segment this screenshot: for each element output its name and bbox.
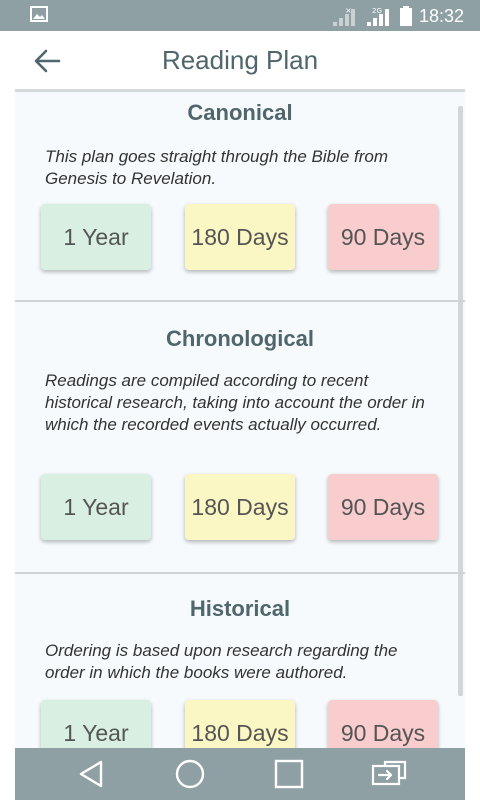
plan-list[interactable]: Canonical This plan goes straight throug… bbox=[15, 92, 465, 748]
plan-description: Ordering is based upon research regardin… bbox=[45, 641, 398, 682]
svg-text:2G: 2G bbox=[372, 7, 382, 15]
plan-title: Historical bbox=[189, 596, 291, 621]
status-time: 18:32 bbox=[418, 5, 464, 26]
canonical-1-year-button[interactable]: 1 Year bbox=[41, 204, 151, 270]
section-divider bbox=[15, 300, 465, 302]
home-circle-icon[interactable] bbox=[174, 758, 206, 790]
back-triangle-icon[interactable] bbox=[75, 758, 107, 790]
app-bar: Reading Plan bbox=[15, 31, 465, 92]
battery-icon bbox=[399, 6, 412, 26]
historical-1-year-button[interactable]: 1 Year bbox=[41, 700, 151, 748]
chronological-180-days-button[interactable]: 180 Days bbox=[185, 474, 295, 540]
image-notification-icon bbox=[30, 6, 48, 22]
section-divider bbox=[15, 572, 465, 574]
recents-square-icon[interactable] bbox=[273, 758, 305, 790]
system-nav-bar bbox=[15, 748, 465, 800]
signal-sim1-icon: × bbox=[332, 6, 355, 26]
chronological-1-year-button[interactable]: 1 Year bbox=[41, 474, 151, 540]
page-title: Reading Plan bbox=[161, 45, 319, 75]
signal-sim2-icon: 2G bbox=[366, 7, 389, 26]
status-bar: × 2G 18:32 bbox=[0, 0, 480, 31]
plan-title: Canonical bbox=[187, 100, 293, 125]
plan-description: This plan goes straight through the Bibl… bbox=[45, 147, 389, 188]
plan-title: Chronological bbox=[166, 326, 314, 351]
historical-90-days-button[interactable]: 90 Days bbox=[328, 700, 438, 748]
chronological-90-days-button[interactable]: 90 Days bbox=[328, 474, 438, 540]
historical-180-days-button[interactable]: 180 Days bbox=[185, 700, 295, 748]
canonical-90-days-button[interactable]: 90 Days bbox=[328, 204, 438, 270]
canonical-180-days-button[interactable]: 180 Days bbox=[185, 204, 295, 270]
plan-description: Readings are compiled according to recen… bbox=[45, 371, 425, 434]
svg-text:×: × bbox=[345, 6, 352, 15]
switch-screen-icon[interactable] bbox=[371, 758, 407, 790]
